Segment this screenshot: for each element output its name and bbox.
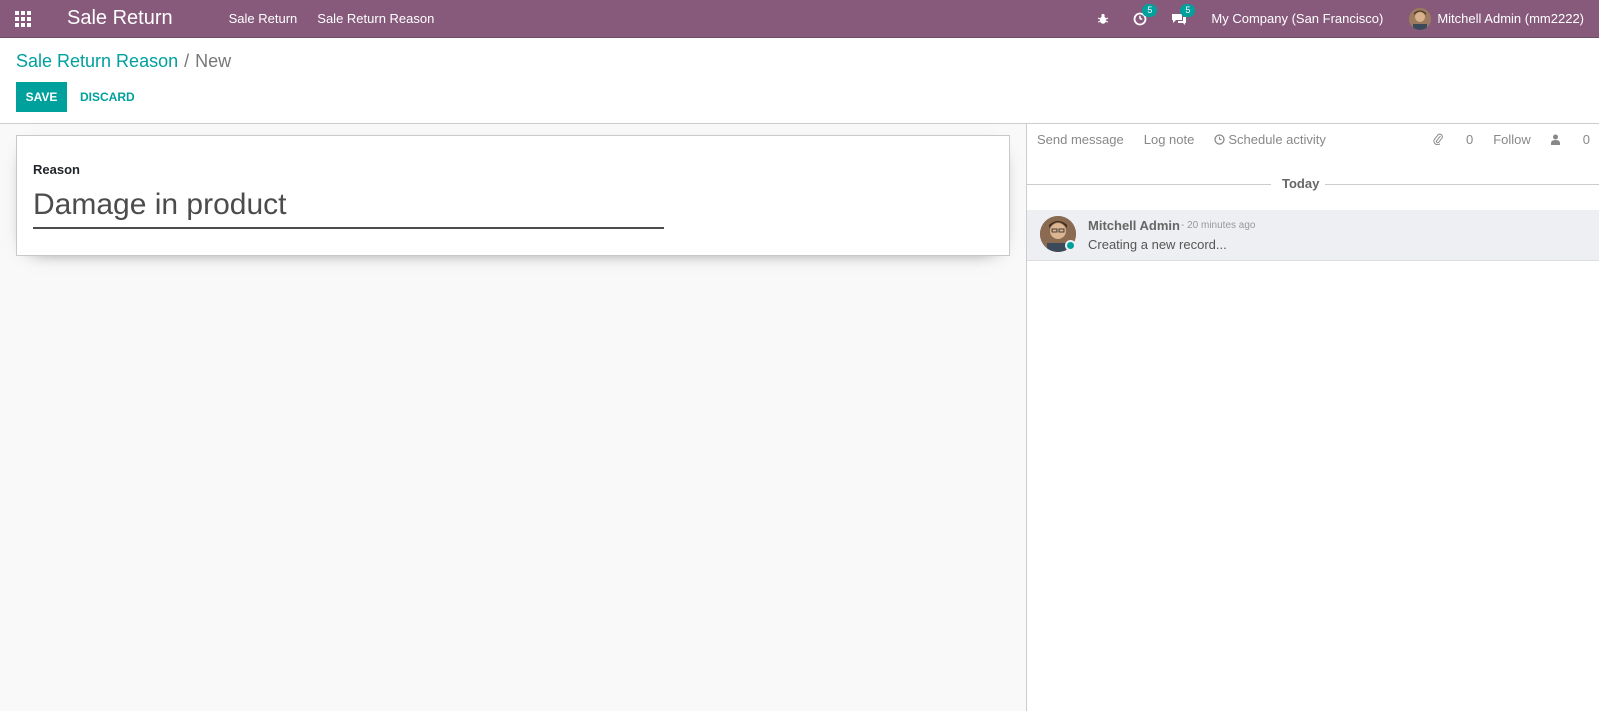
follow-button[interactable]: Follow [1493, 132, 1531, 147]
reason-label: Reason [33, 162, 80, 177]
breadcrumb-current: New [195, 51, 232, 71]
date-separator-label: Today [1282, 176, 1320, 191]
online-status-indicator [1065, 240, 1076, 251]
message-body: Creating a new record... [1088, 237, 1227, 252]
attachments-button[interactable]: 0 [1433, 132, 1473, 147]
chatter-panel: Send message Log note Schedule activity … [1026, 124, 1599, 711]
breadcrumb-parent-link[interactable]: Sale Return Reason [16, 51, 178, 71]
clock-icon [1214, 133, 1225, 145]
send-message-button[interactable]: Send message [1037, 132, 1124, 147]
form-view: Reason [0, 124, 1026, 711]
schedule-activity-button[interactable]: Schedule activity [1214, 132, 1326, 147]
breadcrumb: Sale Return Reason / New [16, 51, 231, 72]
activity-badge: 5 [1142, 3, 1158, 17]
debug-icon[interactable] [1097, 13, 1109, 25]
apps-menu-icon[interactable] [0, 0, 46, 38]
user-name: Mitchell Admin (mm2222) [1437, 11, 1584, 26]
paperclip-icon [1433, 133, 1443, 145]
reason-input[interactable] [33, 182, 664, 229]
top-navbar: Sale Return Sale Return Sale Return Reas… [0, 0, 1599, 38]
messages-icon[interactable]: 5 [1171, 3, 1196, 26]
user-menu[interactable]: Mitchell Admin (mm2222) [1409, 7, 1584, 30]
followers-count: 0 [1582, 131, 1590, 147]
form-sheet: Reason [16, 135, 1010, 256]
attachments-count: 0 [1465, 131, 1474, 147]
discard-button[interactable]: DISCARD [80, 82, 135, 112]
date-separator: Today [1027, 176, 1599, 192]
menu-item-sale-return-reason[interactable]: Sale Return Reason [317, 11, 434, 26]
chatter-message: Mitchell Admin - 20 minutes ago Creating… [1027, 210, 1599, 261]
schedule-activity-label: Schedule activity [1228, 131, 1326, 147]
activity-clock-icon[interactable]: 5 [1133, 3, 1158, 26]
chatter-topbar: Send message Log note Schedule activity … [1027, 124, 1599, 154]
app-title[interactable]: Sale Return [67, 7, 173, 30]
log-note-button[interactable]: Log note [1144, 132, 1195, 147]
control-panel: Sale Return Reason / New SAVE DISCARD [0, 38, 1599, 124]
save-button[interactable]: SAVE [16, 82, 67, 112]
breadcrumb-separator: / [184, 51, 190, 71]
message-date: - 20 minutes ago [1181, 220, 1256, 231]
menu-item-sale-return[interactable]: Sale Return [229, 11, 298, 26]
messages-badge: 5 [1180, 3, 1196, 17]
message-author: Mitchell Admin [1088, 218, 1180, 233]
company-switcher[interactable]: My Company (San Francisco) [1211, 11, 1383, 26]
user-icon [1550, 134, 1560, 145]
user-avatar [1409, 7, 1432, 30]
followers-button[interactable]: 0 [1550, 131, 1590, 147]
